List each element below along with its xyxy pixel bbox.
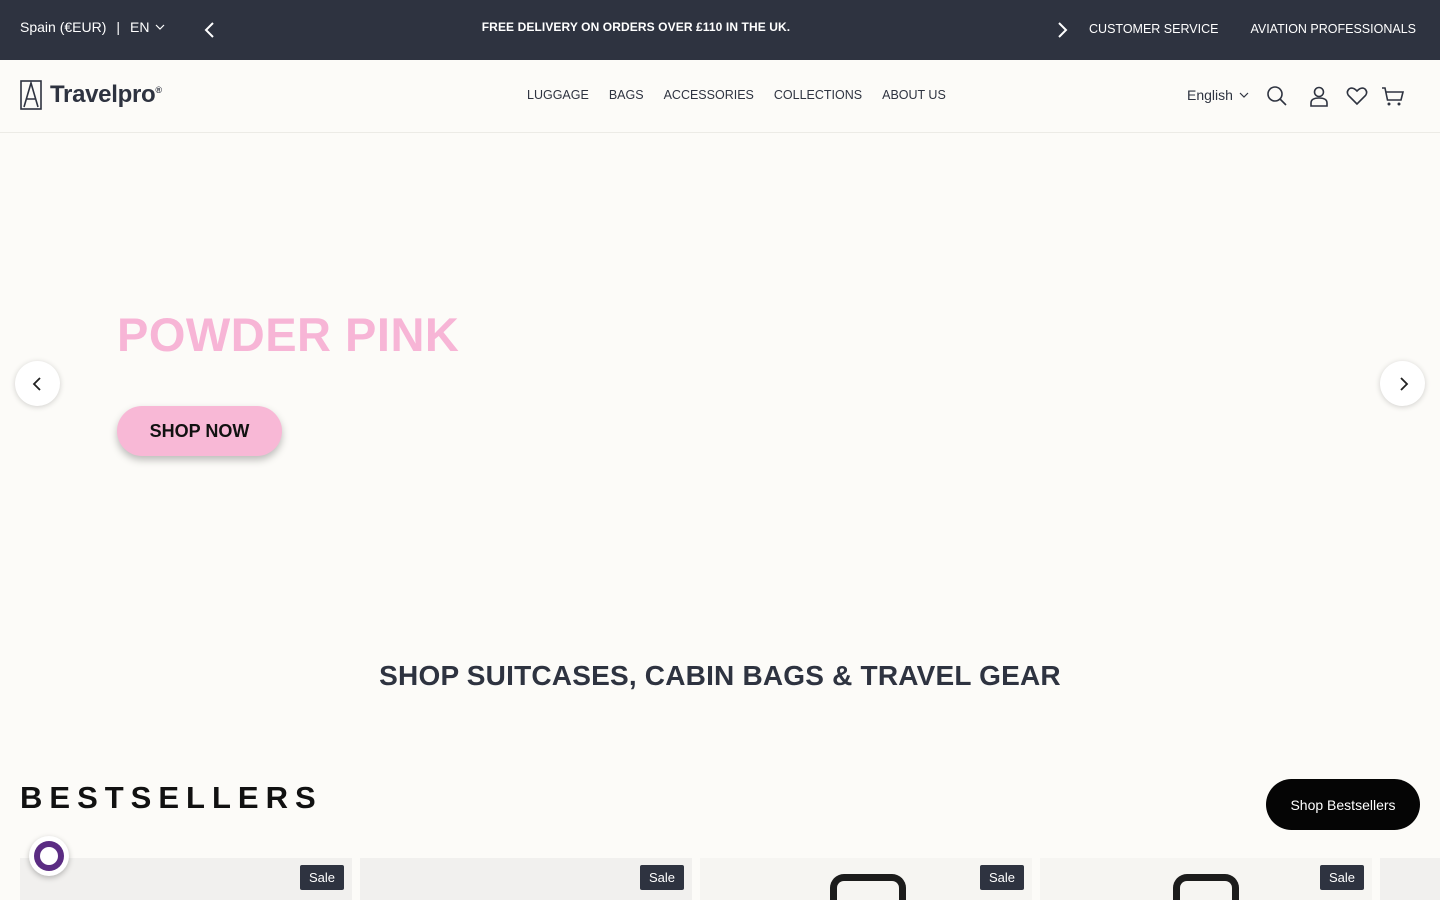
suitcase-handle-image	[830, 874, 906, 900]
product-card[interactable]: Sale	[20, 858, 352, 900]
chevron-left-icon	[32, 376, 41, 391]
announcement-bar: Spain (€EUR) | EN FREE DELIVERY ON ORDER…	[0, 0, 1440, 60]
chat-icon	[34, 841, 64, 871]
language-label: English	[1187, 87, 1233, 103]
locale-separator: |	[116, 19, 121, 35]
product-card[interactable]	[1380, 858, 1440, 900]
nav-about-us[interactable]: ABOUT US	[882, 88, 946, 102]
nav-accessories[interactable]: ACCESSORIES	[664, 88, 754, 102]
product-card[interactable]: Sale	[700, 858, 1032, 900]
language-selector[interactable]: English	[1187, 87, 1249, 103]
suitcase-handle-image	[1173, 874, 1239, 900]
chevron-right-icon	[1399, 376, 1408, 391]
account-icon[interactable]	[1307, 84, 1331, 108]
slider-prev-button[interactable]	[15, 361, 60, 406]
announcement-next-icon[interactable]	[1051, 19, 1073, 41]
sale-badge: Sale	[639, 865, 684, 890]
main-navigation: LUGGAGE BAGS ACCESSORIES COLLECTIONS ABO…	[527, 88, 946, 102]
utility-links: CUSTOMER SERVICE AVIATION PROFESSIONALS	[1089, 22, 1416, 36]
search-icon[interactable]	[1265, 84, 1289, 108]
chevron-down-icon	[1239, 92, 1249, 98]
product-card[interactable]: Sale	[360, 858, 692, 900]
hero-banner: POWDER PINK SHOP NOW	[0, 133, 1440, 633]
nav-bags[interactable]: BAGS	[609, 88, 644, 102]
announcement-text: FREE DELIVERY ON ORDERS OVER £110 IN THE…	[481, 20, 791, 34]
shop-bestsellers-button[interactable]: Shop Bestsellers	[1266, 779, 1420, 830]
nav-collections[interactable]: COLLECTIONS	[774, 88, 862, 102]
shop-now-button[interactable]: SHOP NOW	[117, 406, 282, 456]
locale-selector[interactable]: Spain (€EUR) | EN	[20, 19, 165, 35]
sale-badge: Sale	[1319, 865, 1364, 890]
hero-title: POWDER PINK	[117, 308, 460, 361]
wishlist-icon[interactable]	[1345, 84, 1369, 108]
logo-text: Travelpro®	[50, 81, 162, 108]
cart-icon[interactable]	[1381, 84, 1405, 108]
travelpro-logo-icon	[20, 80, 42, 110]
customer-service-link[interactable]: CUSTOMER SERVICE	[1089, 22, 1218, 36]
slider-next-button[interactable]	[1380, 361, 1425, 406]
sale-badge: Sale	[299, 865, 344, 890]
section-headline: SHOP SUITCASES, CABIN BAGS & TRAVEL GEAR	[379, 660, 1061, 691]
site-header: Travelpro® LUGGAGE BAGS ACCESSORIES COLL…	[0, 60, 1440, 133]
chat-widget-button[interactable]	[29, 836, 69, 876]
logo[interactable]: Travelpro®	[20, 80, 162, 110]
sale-badge: Sale	[979, 865, 1024, 890]
announcement-prev-icon[interactable]	[199, 19, 221, 41]
language-code: EN	[130, 19, 150, 35]
chevron-down-icon	[156, 24, 165, 30]
nav-luggage[interactable]: LUGGAGE	[527, 88, 589, 102]
bestsellers-title: BESTSELLERS	[20, 780, 323, 815]
product-card[interactable]: Sale	[1040, 858, 1372, 900]
locale-label: Spain (€EUR)	[20, 19, 107, 35]
logo-registered-mark: ®	[155, 85, 162, 95]
aviation-professionals-link[interactable]: AVIATION PROFESSIONALS	[1250, 22, 1416, 36]
